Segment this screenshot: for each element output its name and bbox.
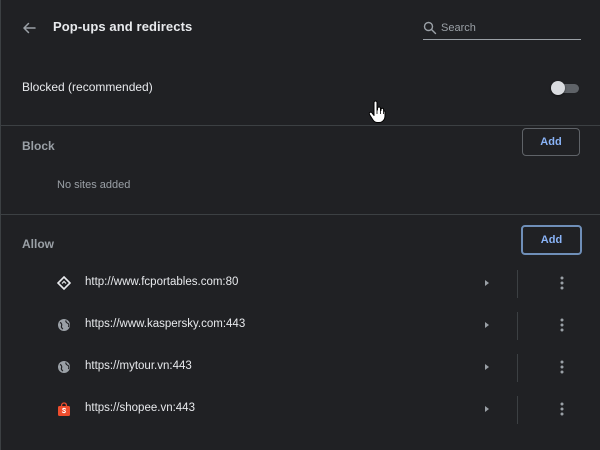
site-url: https://www.kaspersky.com:443	[85, 318, 246, 330]
chevron-right-icon[interactable]	[482, 276, 492, 290]
more-vert-icon[interactable]	[554, 400, 570, 418]
blocked-toggle[interactable]	[551, 81, 579, 95]
divider	[1, 125, 600, 126]
toggle-thumb	[551, 81, 565, 95]
allow-section-label: Allow	[22, 237, 54, 251]
allow-add-button[interactable]: Add	[521, 225, 582, 255]
page-title: Pop-ups and redirects	[53, 19, 193, 34]
settings-page: Pop-ups and redirects Blocked (recommend…	[0, 0, 600, 450]
search-box[interactable]	[423, 18, 581, 40]
allow-site-row[interactable]: https://shopee.vn:443	[1, 388, 600, 430]
search-input[interactable]	[441, 18, 577, 38]
hand-cursor-icon	[368, 100, 386, 123]
shopee-bag-icon	[58, 402, 70, 416]
more-vert-icon[interactable]	[554, 316, 570, 334]
diamond-favicon-icon	[57, 276, 71, 290]
globe-icon	[58, 361, 70, 373]
block-section-label: Block	[22, 139, 55, 153]
globe-icon	[58, 319, 70, 331]
site-url: https://shopee.vn:443	[85, 402, 195, 414]
row-separator	[517, 270, 518, 298]
chevron-right-icon[interactable]	[482, 318, 492, 332]
back-button[interactable]	[17, 16, 41, 40]
page-header: Pop-ups and redirects	[1, 0, 600, 56]
divider	[1, 214, 600, 215]
row-separator	[517, 396, 518, 424]
row-separator	[517, 312, 518, 340]
no-sites-added-text: No sites added	[57, 179, 131, 191]
blocked-recommended-label: Blocked (recommended)	[22, 80, 153, 94]
site-url: https://mytour.vn:443	[85, 360, 192, 372]
chevron-right-icon[interactable]	[482, 360, 492, 374]
back-arrow-icon	[23, 22, 36, 34]
block-add-button[interactable]: Add	[522, 128, 580, 156]
site-url: http://www.fcportables.com:80	[85, 276, 239, 288]
search-icon	[423, 21, 437, 35]
more-vert-icon[interactable]	[554, 358, 570, 376]
more-vert-icon[interactable]	[554, 274, 570, 292]
allow-site-row[interactable]: https://www.kaspersky.com:443	[1, 304, 600, 346]
chevron-right-icon[interactable]	[482, 402, 492, 416]
row-separator	[517, 354, 518, 382]
allow-site-row[interactable]: http://www.fcportables.com:80	[1, 262, 600, 304]
allow-site-row[interactable]: https://mytour.vn:443	[1, 346, 600, 388]
